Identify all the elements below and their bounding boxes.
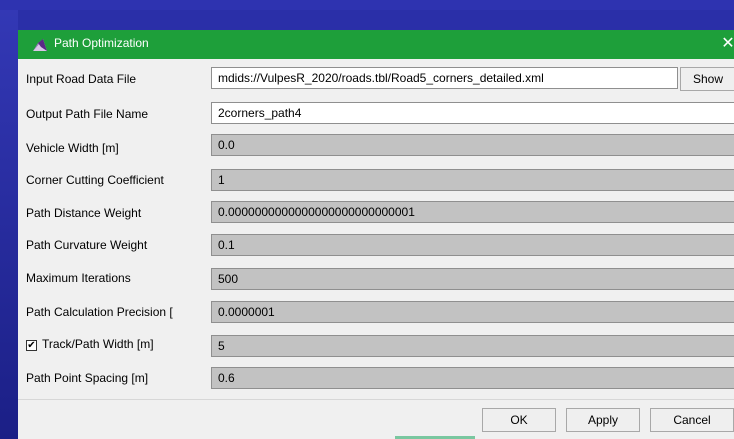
cancel-button[interactable]: Cancel [650, 408, 734, 432]
input-road-file-field[interactable]: mdids://VulpesR_2020/roads.tbl/Road5_cor… [211, 67, 678, 89]
output-path-name-label: Output Path File Name [26, 107, 149, 121]
close-icon[interactable]: ✕ [720, 33, 734, 53]
calc-precision-field[interactable]: 0.0000001 [211, 301, 734, 323]
vehicle-width-label: Vehicle Width [m] [26, 141, 119, 155]
point-spacing-field[interactable]: 0.6 [211, 367, 734, 389]
path-optimization-dialog: Path Optimization ✕ Input Road Data File… [18, 30, 734, 439]
desktop-left-strip [0, 10, 18, 439]
corner-cutting-field[interactable]: 1 [211, 169, 734, 191]
input-road-file-label: Input Road Data File [26, 72, 137, 86]
calc-precision-label: Path Calculation Precision [ [26, 305, 173, 319]
track-width-label: Track/Path Width [m] [42, 337, 154, 351]
output-path-name-field[interactable]: 2corners_path4 [211, 102, 734, 124]
point-spacing-label: Path Point Spacing [m] [26, 371, 149, 385]
max-iterations-field[interactable]: 500 [211, 268, 734, 290]
distance-weight-field[interactable]: 0.0000000000000000000000000001 [211, 201, 734, 223]
vehicle-width-field[interactable]: 0.0 [211, 134, 734, 156]
max-iterations-label: Maximum Iterations [26, 271, 131, 285]
show-button[interactable]: Show [680, 67, 734, 91]
app-logo-icon [33, 39, 47, 51]
window-title: Path Optimization [54, 36, 149, 50]
title-bar[interactable]: Path Optimization ✕ [18, 30, 734, 59]
track-width-checkbox[interactable]: ✔ [26, 340, 37, 351]
corner-cutting-label: Corner Cutting Coefficient [26, 173, 164, 187]
footer-divider [18, 399, 734, 400]
desktop-top-strip [0, 0, 734, 10]
curvature-weight-label: Path Curvature Weight [26, 238, 148, 252]
track-width-field[interactable]: 5 [211, 335, 734, 357]
ok-button[interactable]: OK [482, 408, 556, 432]
curvature-weight-field[interactable]: 0.1 [211, 234, 734, 256]
distance-weight-label: Path Distance Weight [26, 206, 142, 220]
apply-button[interactable]: Apply [566, 408, 640, 432]
